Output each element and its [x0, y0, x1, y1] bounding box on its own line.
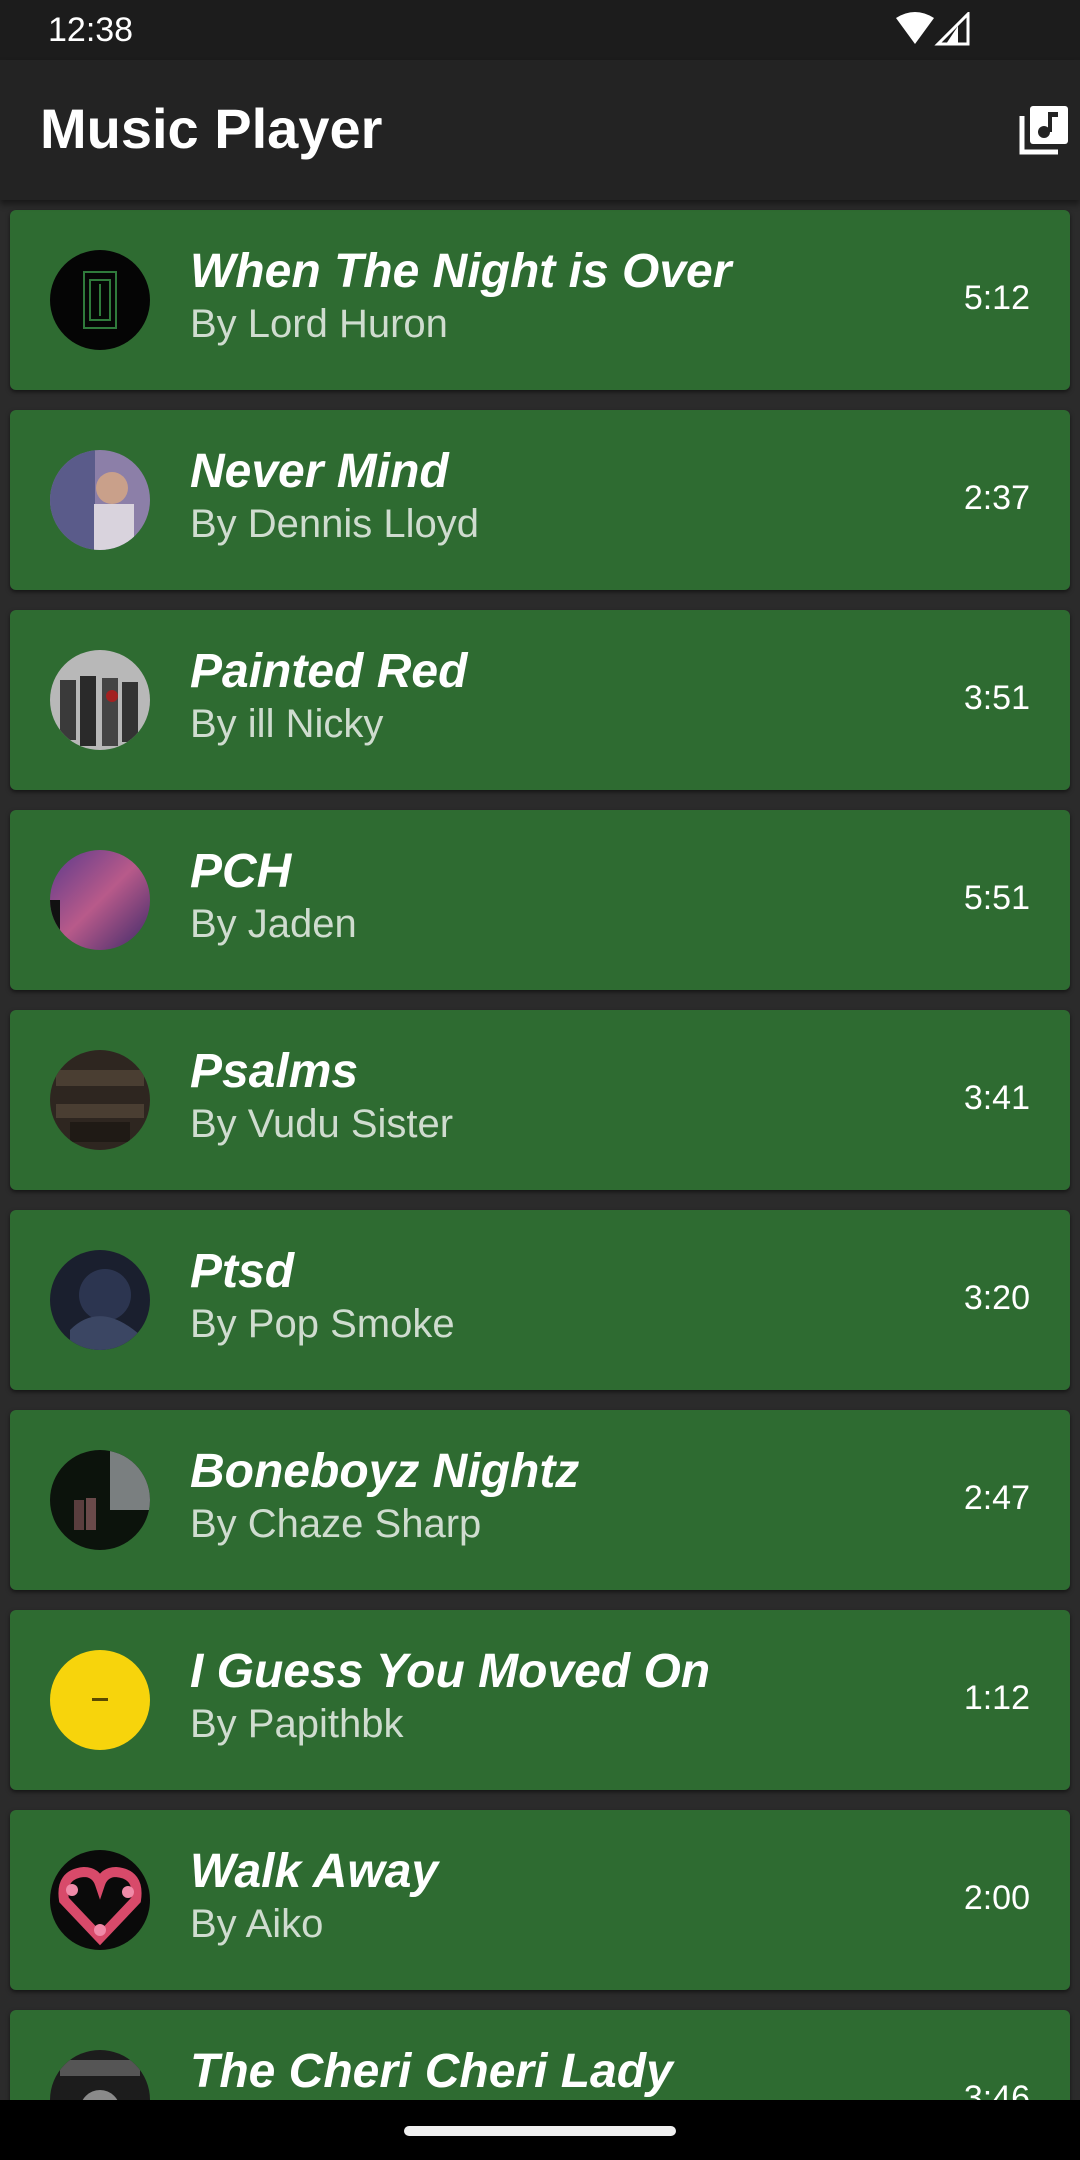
song-item[interactable]: Painted Red By ill Nicky 3:51 — [10, 610, 1070, 790]
song-item[interactable]: The Cheri Cheri Lady 3:46 — [10, 2010, 1070, 2100]
song-title: Boneboyz Nightz — [190, 1445, 580, 1498]
song-duration: 2:37 — [963, 479, 1030, 517]
album-art-thumbnail — [50, 1250, 150, 1350]
song-title: Psalms — [190, 1045, 359, 1098]
album-art-thumbnail — [50, 450, 150, 550]
song-title: I Guess You Moved On — [190, 1645, 711, 1698]
song-title: The Cheri Cheri Lady — [190, 2045, 673, 2098]
album-art-thumbnail — [50, 250, 150, 350]
song-artist: By Dennis Lloyd — [190, 502, 480, 546]
song-title: Walk Away — [190, 1845, 439, 1898]
song-item[interactable]: Walk Away By Aiko 2:00 — [10, 1810, 1070, 1990]
song-artist: By Vudu Sister — [190, 1102, 454, 1146]
song-artist: By Jaden — [190, 902, 357, 946]
song-list[interactable]: When The Night is Over By Lord Huron 5:1… — [0, 200, 1080, 2100]
song-item[interactable]: Ptsd By Pop Smoke 3:20 — [10, 1210, 1070, 1390]
album-art-thumbnail — [50, 1450, 150, 1550]
song-artist: By Chaze Sharp — [190, 1502, 482, 1546]
song-duration: 3:46 — [963, 2079, 1030, 2100]
library-music-button[interactable] — [1012, 98, 1076, 162]
song-artist: By Papithbk — [190, 1702, 404, 1746]
app-title: Music Player — [40, 97, 383, 160]
album-art-thumbnail — [50, 1650, 150, 1750]
song-artist: By Lord Huron — [190, 302, 448, 346]
song-duration: 1:12 — [963, 1679, 1030, 1717]
song-title: Never Mind — [190, 445, 449, 498]
song-duration: 2:00 — [963, 1879, 1030, 1917]
song-duration: 2:47 — [963, 1479, 1030, 1517]
song-item[interactable]: Boneboyz Nightz By Chaze Sharp 2:47 — [10, 1410, 1070, 1590]
song-duration: 5:51 — [963, 879, 1030, 917]
library-music-icon — [1019, 106, 1068, 155]
album-art-thumbnail — [50, 2050, 150, 2100]
album-art-thumbnail — [50, 1050, 150, 1150]
status-time: 12:38 — [48, 11, 134, 49]
status-bar: 12:38 — [0, 0, 1080, 60]
song-item[interactable]: Psalms By Vudu Sister 3:41 — [10, 1010, 1070, 1190]
song-title: Ptsd — [190, 1245, 295, 1298]
song-item[interactable]: I Guess You Moved On By Papithbk 1:12 — [10, 1610, 1070, 1790]
song-item[interactable]: PCH By Jaden 5:51 — [10, 810, 1070, 990]
song-artist: By Pop Smoke — [190, 1302, 455, 1346]
song-artist: By ill Nicky — [190, 702, 384, 746]
album-art-thumbnail — [50, 650, 150, 750]
song-duration: 3:20 — [963, 1279, 1030, 1317]
song-title: When The Night is Over — [190, 245, 732, 298]
album-art-thumbnail — [50, 850, 150, 950]
wifi-icon — [896, 12, 934, 44]
app-bar: Music Player — [0, 60, 1080, 200]
song-artist: By Aiko — [190, 1902, 324, 1946]
song-duration: 3:41 — [963, 1079, 1030, 1117]
song-duration: 3:51 — [963, 679, 1030, 717]
song-item[interactable]: When The Night is Over By Lord Huron 5:1… — [10, 210, 1070, 390]
song-duration: 5:12 — [963, 279, 1030, 317]
home-gesture-handle[interactable] — [404, 2126, 676, 2136]
navigation-bar — [0, 2100, 1080, 2160]
status-icons — [894, 10, 974, 46]
song-title: Painted Red — [190, 645, 468, 698]
cell-signal-icon — [934, 10, 970, 46]
song-title: PCH — [190, 845, 292, 898]
song-item[interactable]: Never Mind By Dennis Lloyd 2:37 — [10, 410, 1070, 590]
album-art-thumbnail — [50, 1850, 150, 1950]
